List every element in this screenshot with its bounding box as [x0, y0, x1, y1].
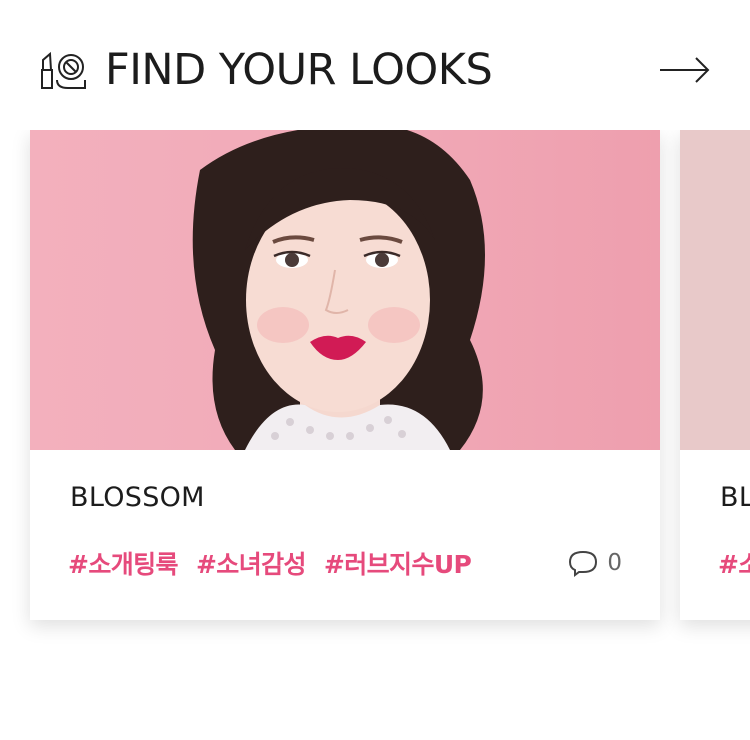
looks-carousel[interactable]: BLOSSOM #소개팅룩 #소녀감성 #러브지수UP 0 BL #소 — [0, 130, 750, 670]
hashtag[interactable]: #소녀감성 — [196, 545, 307, 581]
comment-bubble-icon — [569, 550, 598, 577]
hashtag[interactable]: #소 — [718, 545, 750, 581]
look-title: BLOSSOM — [70, 482, 205, 513]
comment-counter[interactable]: 0 — [567, 549, 622, 577]
model-portrait-illustration — [192, 130, 485, 450]
look-card[interactable]: BLOSSOM #소개팅룩 #소녀감성 #러브지수UP 0 — [30, 130, 660, 620]
hashtag[interactable]: #러브지수UP — [324, 545, 472, 581]
model-portrait-image[interactable] — [30, 130, 660, 450]
section-header: FIND YOUR LOOKS — [0, 0, 750, 130]
hashtag[interactable]: #소개팅룩 — [68, 545, 179, 581]
tag-list: #소개팅룩 #소녀감성 #러브지수UP — [68, 545, 489, 581]
section-title: FIND YOUR LOOKS — [105, 45, 493, 95]
arrow-right-icon[interactable] — [656, 52, 712, 88]
lipstick-compact-icon — [41, 51, 86, 89]
comment-count: 0 — [607, 550, 622, 576]
next-card-image[interactable] — [680, 130, 750, 450]
look-card-next[interactable]: BL #소 — [680, 130, 750, 620]
tag-list: #소 — [718, 545, 750, 581]
look-title: BL — [720, 482, 750, 513]
